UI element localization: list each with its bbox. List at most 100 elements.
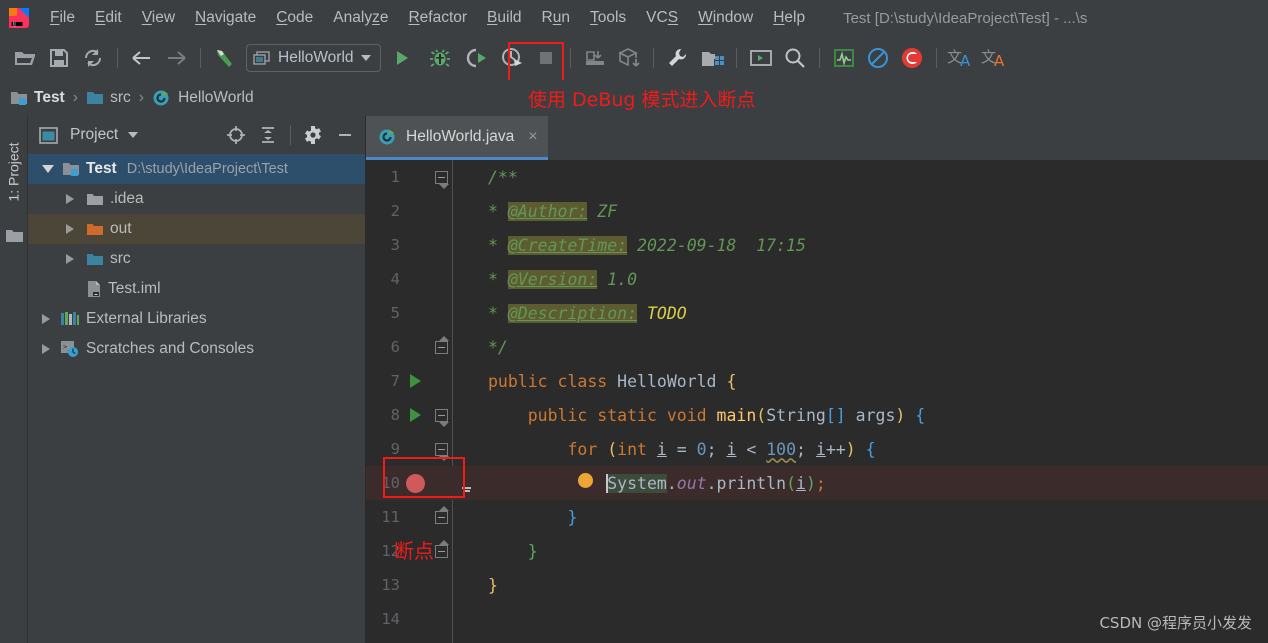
menu-item-run[interactable]: Run bbox=[532, 6, 580, 30]
profile-icon[interactable] bbox=[495, 41, 529, 75]
minimize-icon[interactable] bbox=[331, 122, 359, 148]
gutter-intention[interactable] bbox=[452, 473, 593, 493]
chevron-down-icon[interactable] bbox=[128, 132, 139, 138]
menu-item-refactor[interactable]: Refactor bbox=[398, 6, 477, 30]
menu-item-analyze[interactable]: Analyze bbox=[323, 6, 398, 30]
code-line[interactable]: 1 /** bbox=[366, 160, 1268, 194]
fold-marker-slot[interactable] bbox=[430, 170, 452, 189]
search-icon[interactable] bbox=[778, 41, 812, 75]
settings-icon[interactable] bbox=[661, 41, 695, 75]
fold-marker-slot[interactable] bbox=[430, 408, 452, 427]
tree-item-test-iml[interactable]: Test.iml bbox=[28, 274, 365, 304]
fold-marker-slot[interactable] bbox=[430, 505, 452, 524]
code-line[interactable]: 12 } bbox=[366, 534, 1268, 568]
breadcrumb-item-test[interactable]: Test bbox=[10, 89, 65, 107]
menu-item-help[interactable]: Help bbox=[763, 6, 815, 30]
breadcrumb-item-src[interactable]: src bbox=[86, 89, 131, 107]
monitor-icon[interactable] bbox=[827, 41, 861, 75]
code-line[interactable]: 2 * @Author: ZF bbox=[366, 194, 1268, 228]
intention-bulb-icon[interactable] bbox=[459, 473, 593, 493]
run-gutter-icon[interactable] bbox=[409, 408, 421, 422]
navigate-back-icon[interactable] bbox=[125, 41, 159, 75]
save-all-icon[interactable] bbox=[42, 41, 76, 75]
fold-icon[interactable] bbox=[434, 505, 449, 524]
update-project-icon[interactable] bbox=[578, 41, 612, 75]
debug-icon[interactable] bbox=[423, 41, 457, 75]
fold-icon[interactable] bbox=[434, 539, 449, 558]
tool-tab-project[interactable]: 1: Project bbox=[0, 124, 28, 220]
code-editor[interactable]: 1 /** 2 * @Author: ZF 3 * @CreateTime: 2… bbox=[366, 160, 1268, 643]
code-token-classname: HelloWorld bbox=[617, 371, 717, 391]
translate-blue-icon[interactable]: 文 A bbox=[944, 41, 978, 75]
menu-item-edit[interactable]: Edit bbox=[85, 6, 132, 30]
code-line[interactable]: 13 } bbox=[366, 568, 1268, 602]
chevron-right-icon[interactable] bbox=[42, 314, 50, 324]
fold-icon[interactable] bbox=[434, 170, 449, 189]
tree-item-idea[interactable]: .idea bbox=[28, 184, 365, 214]
tree-item-src[interactable]: src bbox=[28, 244, 365, 274]
menu-item-view[interactable]: View bbox=[132, 6, 185, 30]
fold-marker-slot[interactable] bbox=[430, 442, 452, 461]
menu-item-navigate[interactable]: Navigate bbox=[185, 6, 266, 30]
fold-marker-slot[interactable] bbox=[430, 335, 452, 354]
chevron-right-icon[interactable] bbox=[66, 224, 74, 234]
gutter-run-marker[interactable] bbox=[400, 408, 430, 422]
fold-icon[interactable] bbox=[434, 335, 449, 354]
project-structure-icon[interactable] bbox=[695, 41, 729, 75]
locate-icon[interactable] bbox=[222, 122, 250, 148]
fold-icon[interactable] bbox=[434, 408, 449, 427]
menu-item-vcs[interactable]: VCS bbox=[636, 6, 688, 30]
run-gutter-icon[interactable] bbox=[409, 374, 421, 388]
commit-icon[interactable] bbox=[612, 41, 646, 75]
tree-item-external-libraries[interactable]: External Libraries bbox=[28, 304, 365, 334]
translate-orange-icon[interactable]: 文 A bbox=[978, 41, 1012, 75]
menu-item-tools[interactable]: Tools bbox=[580, 6, 636, 30]
menu-item-build[interactable]: Build bbox=[477, 6, 531, 30]
code-line[interactable]: 4 * @Version: 1.0 bbox=[366, 262, 1268, 296]
line-number: 1 bbox=[390, 168, 400, 186]
sync-icon[interactable] bbox=[76, 41, 110, 75]
run-configuration-selector[interactable]: HelloWorld bbox=[246, 44, 381, 72]
c-tool-icon[interactable] bbox=[895, 41, 929, 75]
code-token-javadoc-tag: @CreateTime: bbox=[507, 235, 628, 255]
folder-icon[interactable] bbox=[6, 228, 23, 248]
code-line[interactable]: 6 */ bbox=[366, 330, 1268, 364]
navigate-forward-icon[interactable] bbox=[159, 41, 193, 75]
build-project-icon[interactable] bbox=[208, 41, 242, 75]
project-panel-header: Project bbox=[28, 116, 365, 154]
menu-item-code[interactable]: Code bbox=[266, 6, 323, 30]
tree-item-test[interactable]: Test D:\study\IdeaProject\Test bbox=[28, 154, 365, 184]
gutter-run-marker[interactable] bbox=[400, 374, 430, 388]
code-line[interactable]: 11 } bbox=[366, 500, 1268, 534]
gutter-breakpoint[interactable] bbox=[400, 473, 430, 493]
close-icon[interactable]: × bbox=[528, 128, 537, 146]
collapse-all-icon[interactable] bbox=[254, 122, 282, 148]
stop-icon[interactable] bbox=[529, 41, 563, 75]
disable-inspections-icon[interactable] bbox=[861, 41, 895, 75]
code-line[interactable]: 8 public static void main(String[] args)… bbox=[366, 398, 1268, 432]
chevron-right-icon[interactable] bbox=[42, 344, 50, 354]
open-project-icon[interactable] bbox=[8, 41, 42, 75]
chevron-right-icon[interactable] bbox=[66, 194, 74, 204]
menu-item-file[interactable]: File bbox=[40, 6, 85, 30]
toolbar-separator bbox=[117, 48, 118, 68]
chevron-right-icon[interactable] bbox=[66, 254, 74, 264]
run-with-coverage-icon[interactable] bbox=[461, 41, 495, 75]
run-icon[interactable] bbox=[385, 41, 419, 75]
menu-item-window[interactable]: Window bbox=[688, 6, 763, 30]
breakpoint-icon[interactable] bbox=[405, 473, 425, 493]
tree-item-scratches-and-consoles[interactable]: >_ Scratches and Consoles bbox=[28, 334, 365, 364]
breadcrumb-item-helloworld[interactable]: HelloWorld bbox=[152, 89, 254, 107]
code-line[interactable]: 7 public class HelloWorld { bbox=[366, 364, 1268, 398]
fold-icon[interactable] bbox=[434, 442, 449, 461]
terminal-icon[interactable] bbox=[744, 41, 778, 75]
chevron-down-icon[interactable] bbox=[360, 55, 371, 61]
code-line-breakpoint[interactable]: 10 System.out.println(i); bbox=[366, 466, 1268, 500]
tree-item-out[interactable]: out bbox=[28, 214, 365, 244]
code-line[interactable]: 3 * @CreateTime: 2022-09-18 17:15 bbox=[366, 228, 1268, 262]
code-line[interactable]: 5 * @Description: TODO bbox=[366, 296, 1268, 330]
gear-icon[interactable] bbox=[299, 122, 327, 148]
chevron-down-icon[interactable] bbox=[42, 165, 54, 173]
editor-tab-helloworld-java[interactable]: HelloWorld.java × bbox=[366, 116, 548, 160]
code-line[interactable]: 9 for (int i = 0; i < 100; i++) { bbox=[366, 432, 1268, 466]
